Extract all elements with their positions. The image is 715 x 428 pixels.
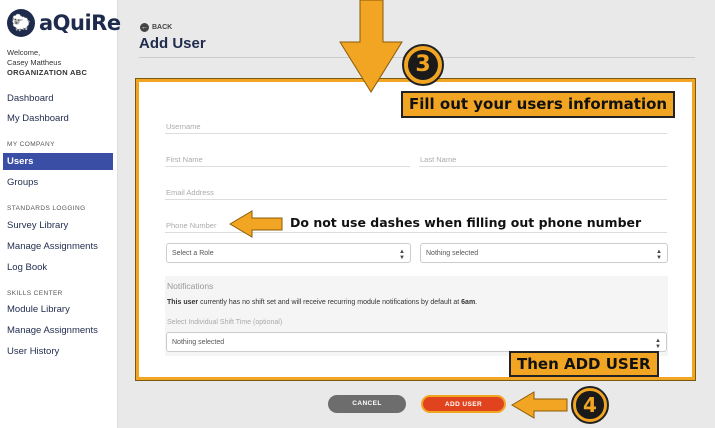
step-3-number: 3 xyxy=(407,49,439,81)
callout-then-add-user: Then ADD USER xyxy=(509,351,659,377)
left-arrow-phone-icon xyxy=(229,210,283,238)
step-4-number: 4 xyxy=(576,391,604,419)
step-3-badge: 3 xyxy=(402,44,444,86)
step-4-badge: 4 xyxy=(571,386,609,424)
left-arrow-add-user-icon xyxy=(511,391,568,419)
note-phone-no-dashes: Do not use dashes when filling out phone… xyxy=(290,215,642,230)
callout-fill-out-info: Fill out your users information xyxy=(401,91,676,118)
down-arrow-icon xyxy=(339,0,403,93)
